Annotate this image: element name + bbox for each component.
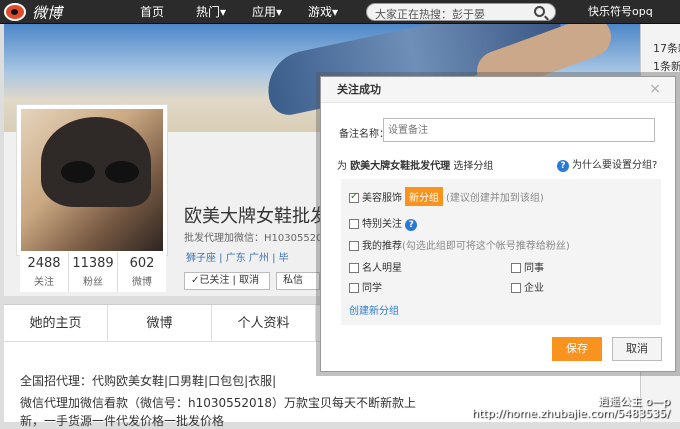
tab-weibo[interactable]: 微博 bbox=[108, 305, 212, 341]
username-link[interactable]: 快乐符号opq bbox=[588, 0, 653, 24]
intro-line: 新，一手货源一件代发价格一批发价格 bbox=[20, 414, 225, 428]
message-button[interactable]: 私信 bbox=[276, 272, 320, 290]
group-special[interactable]: 特别关注 ? bbox=[349, 215, 420, 231]
stat-number: 11389 bbox=[72, 256, 114, 271]
tab-profile[interactable]: 个人资料 bbox=[212, 305, 316, 341]
group-label: 企业 bbox=[524, 283, 544, 294]
checkbox[interactable] bbox=[349, 219, 359, 229]
search-input[interactable]: 大家正在热搜：彭于晏 bbox=[375, 6, 485, 22]
nav-home[interactable]: 首页 bbox=[140, 0, 164, 24]
profile-tags[interactable]: 狮子座 | 广东 广州 | 毕 bbox=[186, 249, 289, 264]
group-recommend[interactable]: 我的推荐(勾选此组即可将这个帐号推荐给粉丝) bbox=[349, 237, 570, 252]
stat-number: 602 bbox=[129, 256, 155, 271]
checkbox[interactable] bbox=[511, 283, 521, 293]
logo-text: 微博 bbox=[32, 3, 63, 22]
checkbox[interactable] bbox=[511, 263, 521, 273]
tab-home[interactable]: 她的主页 bbox=[4, 305, 108, 341]
search-box[interactable]: 大家正在热搜：彭于晏 bbox=[366, 3, 556, 21]
search-icon[interactable] bbox=[534, 6, 545, 17]
question-icon[interactable]: ? bbox=[405, 219, 418, 231]
weibo-eye-icon bbox=[4, 3, 26, 21]
followed-button[interactable]: ✓已关注 | 取消 bbox=[184, 272, 270, 290]
suggest-note: (建议创建并加到该组) bbox=[446, 193, 544, 204]
checkbox[interactable] bbox=[349, 241, 359, 251]
group-beauty[interactable]: 美容服饰新分组(建议创建并加到该组) bbox=[349, 187, 544, 206]
group-label: 名人明星 bbox=[362, 263, 402, 274]
remark-input[interactable] bbox=[383, 118, 655, 142]
stat-followers[interactable]: 11389 粉丝 bbox=[69, 252, 118, 292]
avatar-photo bbox=[21, 109, 163, 251]
checkbox[interactable] bbox=[349, 283, 359, 293]
remark-label: 备注名称： bbox=[339, 129, 389, 140]
cancel-button[interactable]: 取消 bbox=[612, 337, 662, 361]
group-label: 特别关注 bbox=[362, 219, 402, 230]
stat-following[interactable]: 2488 关注 bbox=[20, 252, 69, 292]
profile-stats: 2488 关注 11389 粉丝 602 微博 bbox=[20, 252, 166, 292]
top-navbar: 微博 首页 热门▾ 应用▾ 游戏▾ 大家正在热搜：彭于晏 快乐符号opq bbox=[0, 0, 680, 24]
save-button[interactable]: 保存 bbox=[552, 337, 602, 361]
notice-line[interactable]: 17条新 bbox=[653, 40, 680, 56]
group-celeb[interactable]: 名人明星 bbox=[349, 259, 402, 274]
notice-line[interactable]: 1条新 bbox=[653, 58, 680, 74]
dialog-title: 关注成功 bbox=[321, 77, 675, 103]
close-icon[interactable]: × bbox=[649, 81, 661, 97]
heading-prefix: 为 bbox=[337, 161, 347, 172]
nav-games[interactable]: 游戏▾ bbox=[308, 0, 338, 24]
intro-line: 微信代理加微信看款（微信号：h1030552018）万款宝贝每天不断新款上 bbox=[20, 396, 416, 410]
heading-suffix: 选择分组 bbox=[453, 161, 494, 172]
nav-apps[interactable]: 应用▾ bbox=[252, 0, 282, 24]
group-label: 我的推荐 bbox=[362, 241, 402, 252]
stat-number: 2488 bbox=[27, 256, 61, 271]
group-label: 同事 bbox=[524, 263, 544, 274]
group-label: 美容服饰 bbox=[362, 193, 402, 204]
group-label: 同学 bbox=[362, 283, 382, 294]
heading-account-name: 欧美大牌女鞋批发代理 bbox=[350, 161, 451, 172]
help-text: 为什么要设置分组? bbox=[572, 160, 658, 171]
recommend-note: (勾选此组即可将这个帐号推荐给粉丝) bbox=[402, 241, 570, 252]
why-group-help-link[interactable]: ? 为什么要设置分组? bbox=[557, 156, 657, 172]
watermark-url: http://home.zhubajie.com/5483535/ bbox=[472, 407, 671, 420]
group-select-heading: 为 欧美大牌女鞋批发代理 选择分组 bbox=[337, 157, 493, 172]
group-enterprise[interactable]: 企业 bbox=[511, 279, 544, 294]
nav-hot[interactable]: 热门▾ bbox=[196, 0, 226, 24]
group-classmate[interactable]: 同学 bbox=[349, 279, 382, 294]
stat-label: 粉丝 bbox=[83, 277, 103, 288]
stat-label: 关注 bbox=[34, 277, 54, 288]
weibo-logo[interactable]: 微博 bbox=[4, 2, 62, 22]
stat-label: 微博 bbox=[132, 277, 152, 288]
avatar-sunglasses bbox=[61, 161, 141, 183]
new-group-badge: 新分组 bbox=[405, 187, 443, 206]
question-icon: ? bbox=[557, 160, 569, 172]
checkbox-checked[interactable] bbox=[349, 191, 359, 203]
checkbox[interactable] bbox=[349, 263, 359, 273]
create-group-link[interactable]: 创建新分组 bbox=[349, 302, 399, 317]
profile-description: 批发代理加微信：H10305520 bbox=[184, 233, 323, 244]
intro-line: 全国招代理：代购欧美女鞋|口男鞋|口包包|衣服| bbox=[20, 374, 277, 388]
avatar[interactable] bbox=[16, 104, 168, 256]
stat-posts[interactable]: 602 微博 bbox=[118, 252, 166, 292]
group-colleague[interactable]: 同事 bbox=[511, 259, 544, 274]
follow-success-dialog: 关注成功 × 备注名称： 为 欧美大牌女鞋批发代理 选择分组 ?为什么要设置分组… bbox=[320, 76, 676, 372]
